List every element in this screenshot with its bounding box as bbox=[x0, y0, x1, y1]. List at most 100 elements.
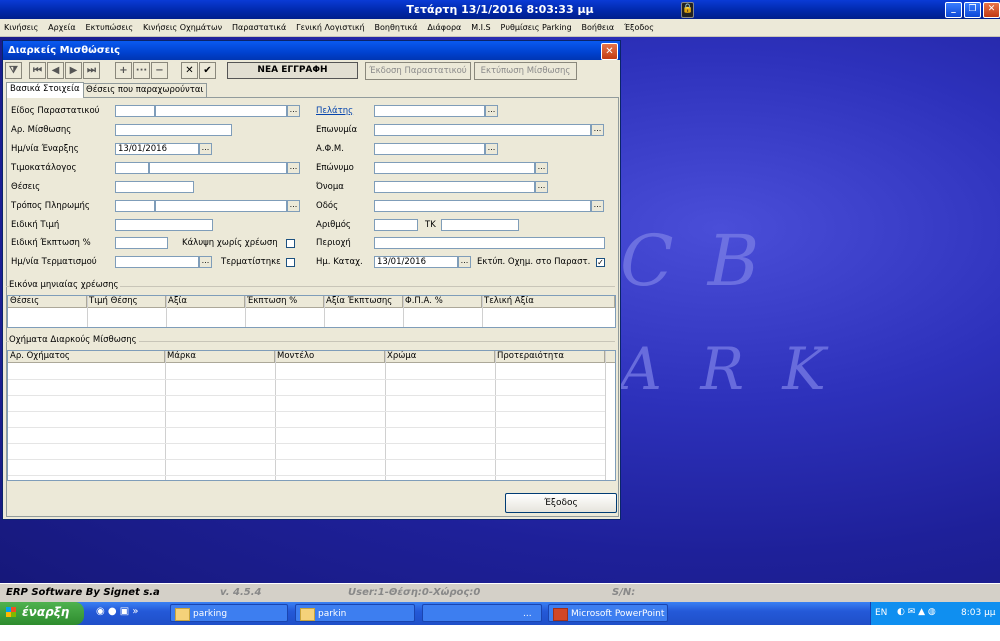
special-discount-field[interactable] bbox=[115, 237, 168, 249]
last-record-icon[interactable]: ⏭ bbox=[83, 62, 100, 79]
start-date-field[interactable]: 13/01/2016 bbox=[115, 143, 199, 155]
start-date-picker-button[interactable]: ... bbox=[199, 143, 212, 155]
col-vehicle-no[interactable]: Αρ. Οχήματος bbox=[8, 351, 165, 362]
col-discount-pct[interactable]: Έκπτωση % bbox=[245, 296, 324, 307]
col-final-value[interactable]: Τελική Αξία bbox=[482, 296, 615, 307]
lock-icon[interactable]: 🔒 bbox=[681, 2, 694, 18]
price-list-field[interactable] bbox=[149, 162, 287, 174]
menu-arxeia[interactable]: Αρχεία bbox=[44, 19, 78, 32]
col-position-price[interactable]: Τιμή Θέσης bbox=[87, 296, 166, 307]
filter-icon[interactable]: ⧩ bbox=[5, 62, 22, 79]
taskbar-item-powerpoint[interactable]: Microsoft PowerPoint ... bbox=[548, 604, 668, 637]
number-field[interactable] bbox=[374, 219, 418, 231]
price-list-lookup-button[interactable]: ... bbox=[287, 162, 300, 174]
taskbar-item-app[interactable]: ... bbox=[422, 604, 542, 622]
app-title: Τετάρτη 13/1/2016 8:03:33 μμ bbox=[406, 3, 594, 16]
taskbar-item-parkin[interactable]: parkin bbox=[295, 604, 415, 622]
end-date-label: Ημ/νία Τερματισμού bbox=[11, 257, 97, 267]
payment-code-field[interactable] bbox=[115, 200, 155, 212]
dialog-close-button[interactable]: ✕ bbox=[601, 43, 618, 60]
menu-rythmiseis-parking[interactable]: Ρυθμίσεις Parking bbox=[497, 19, 575, 32]
doc-type-code-field[interactable] bbox=[115, 105, 155, 117]
company-name-lookup-button[interactable]: ... bbox=[591, 124, 604, 136]
menu-geniki-logistiki[interactable]: Γενική Λογιστική bbox=[292, 19, 367, 32]
end-date-field[interactable] bbox=[115, 256, 199, 268]
customer-field[interactable] bbox=[374, 105, 485, 117]
col-brand[interactable]: Μάρκα bbox=[165, 351, 275, 362]
restore-button[interactable]: ❐ bbox=[964, 2, 981, 18]
customer-link[interactable]: Πελάτης bbox=[316, 106, 353, 116]
prev-record-icon[interactable]: ◀ bbox=[47, 62, 64, 79]
postcode-field[interactable] bbox=[441, 219, 519, 231]
windows-logo-icon bbox=[6, 607, 16, 617]
customer-lookup-button[interactable]: ... bbox=[485, 105, 498, 117]
col-positions[interactable]: Θέσεις bbox=[8, 296, 87, 307]
confirm-icon[interactable]: ✔ bbox=[199, 62, 216, 79]
tab-basic-info[interactable]: Βασικά Στοιχεία bbox=[6, 82, 84, 98]
tab-granted-positions[interactable]: Θέσεις που παραχωρούνται bbox=[82, 83, 208, 97]
col-model[interactable]: Μοντέλο bbox=[275, 351, 385, 362]
issue-document-button[interactable]: Έκδοση Παραστατικού bbox=[365, 62, 471, 80]
menu-mis[interactable]: M.I.S bbox=[467, 19, 493, 32]
tray-icons[interactable]: ◐ ✉ ▲ ◍ bbox=[897, 607, 936, 617]
col-value[interactable]: Αξία bbox=[166, 296, 245, 307]
doc-type-label: Είδος Παραστατικού bbox=[11, 106, 100, 116]
menu-voitheia[interactable]: Βοήθεια bbox=[578, 19, 618, 32]
first-record-icon[interactable]: ⏮ bbox=[29, 62, 46, 79]
price-list-code-field[interactable] bbox=[115, 162, 149, 174]
vat-lookup-button[interactable]: ... bbox=[485, 143, 498, 155]
lease-no-field[interactable] bbox=[115, 124, 232, 136]
surname-lookup-button[interactable]: ... bbox=[535, 162, 548, 174]
menu-ektyposeis[interactable]: Εκτυπώσεις bbox=[82, 19, 137, 32]
payment-lookup-button[interactable]: ... bbox=[287, 200, 300, 212]
payment-field[interactable] bbox=[155, 200, 287, 212]
background-logo-bottom: A R K bbox=[620, 335, 836, 403]
col-discount-value[interactable]: Αξία Έκπτωσης bbox=[324, 296, 403, 307]
next-record-icon[interactable]: ▶ bbox=[65, 62, 82, 79]
special-price-label: Ειδική Τιμή bbox=[11, 220, 60, 230]
company-name-field[interactable] bbox=[374, 124, 591, 136]
menu-kiniseis-oximaton[interactable]: Κινήσεις Οχημάτων bbox=[139, 19, 225, 32]
col-color[interactable]: Χρώμα bbox=[385, 351, 495, 362]
coverage-no-charge-checkbox[interactable] bbox=[286, 239, 295, 248]
terminated-checkbox[interactable] bbox=[286, 258, 295, 267]
positions-field[interactable] bbox=[115, 181, 194, 193]
clock[interactable]: 8:03 μμ bbox=[961, 608, 996, 618]
cancel-icon[interactable]: ✕ bbox=[181, 62, 198, 79]
menu-parastatika[interactable]: Παραστατικά bbox=[228, 19, 289, 32]
area-field[interactable] bbox=[374, 237, 605, 249]
street-lookup-button[interactable]: ... bbox=[591, 200, 604, 212]
firstname-field[interactable] bbox=[374, 181, 535, 193]
menu-voithitika[interactable]: Βοηθητικά bbox=[371, 19, 421, 32]
firstname-lookup-button[interactable]: ... bbox=[535, 181, 548, 193]
doc-type-lookup-button[interactable]: ... bbox=[287, 105, 300, 117]
vehicles-grid[interactable]: Αρ. Οχήματος Μάρκα Μοντέλο Χρώμα Προτερα… bbox=[7, 350, 616, 481]
special-price-field[interactable] bbox=[115, 219, 213, 231]
menu-kiniseis[interactable]: Κινήσεις bbox=[0, 19, 41, 32]
reg-date-picker-button[interactable]: ... bbox=[458, 256, 471, 268]
col-priority[interactable]: Προτεραιότητα bbox=[495, 351, 605, 362]
col-vat-pct[interactable]: Φ.Π.Α. % bbox=[403, 296, 482, 307]
edit-icon[interactable]: ··· bbox=[133, 62, 150, 79]
close-button[interactable]: ✕ bbox=[983, 2, 1000, 18]
doc-type-field[interactable] bbox=[155, 105, 287, 117]
language-indicator[interactable]: EN bbox=[875, 608, 887, 618]
delete-icon[interactable]: − bbox=[151, 62, 168, 79]
print-vehicles-checkbox[interactable]: ✓ bbox=[596, 258, 605, 267]
quicklaunch-icons[interactable]: ◉ ● ▣ » bbox=[96, 606, 139, 617]
street-field[interactable] bbox=[374, 200, 591, 212]
menu-exodos[interactable]: Έξοδος bbox=[620, 19, 657, 32]
add-icon[interactable]: + bbox=[115, 62, 132, 79]
postcode-label: ΤΚ bbox=[425, 220, 436, 230]
surname-field[interactable] bbox=[374, 162, 535, 174]
end-date-picker-button[interactable]: ... bbox=[199, 256, 212, 268]
monthly-charge-grid[interactable]: Θέσεις Τιμή Θέσης Αξία Έκπτωση % Αξία Έκ… bbox=[7, 295, 616, 328]
minimize-button[interactable]: _ bbox=[945, 2, 962, 18]
vat-field[interactable] bbox=[374, 143, 485, 155]
start-button[interactable]: έναρξη bbox=[0, 602, 84, 625]
print-lease-button[interactable]: Εκτύπωση Μίσθωσης bbox=[474, 62, 577, 80]
taskbar-item-parking[interactable]: parking bbox=[170, 604, 288, 622]
exit-button[interactable]: Έξοδος bbox=[505, 493, 617, 513]
menu-diafora[interactable]: Διάφορα bbox=[423, 19, 464, 32]
reg-date-field[interactable]: 13/01/2016 bbox=[374, 256, 458, 268]
